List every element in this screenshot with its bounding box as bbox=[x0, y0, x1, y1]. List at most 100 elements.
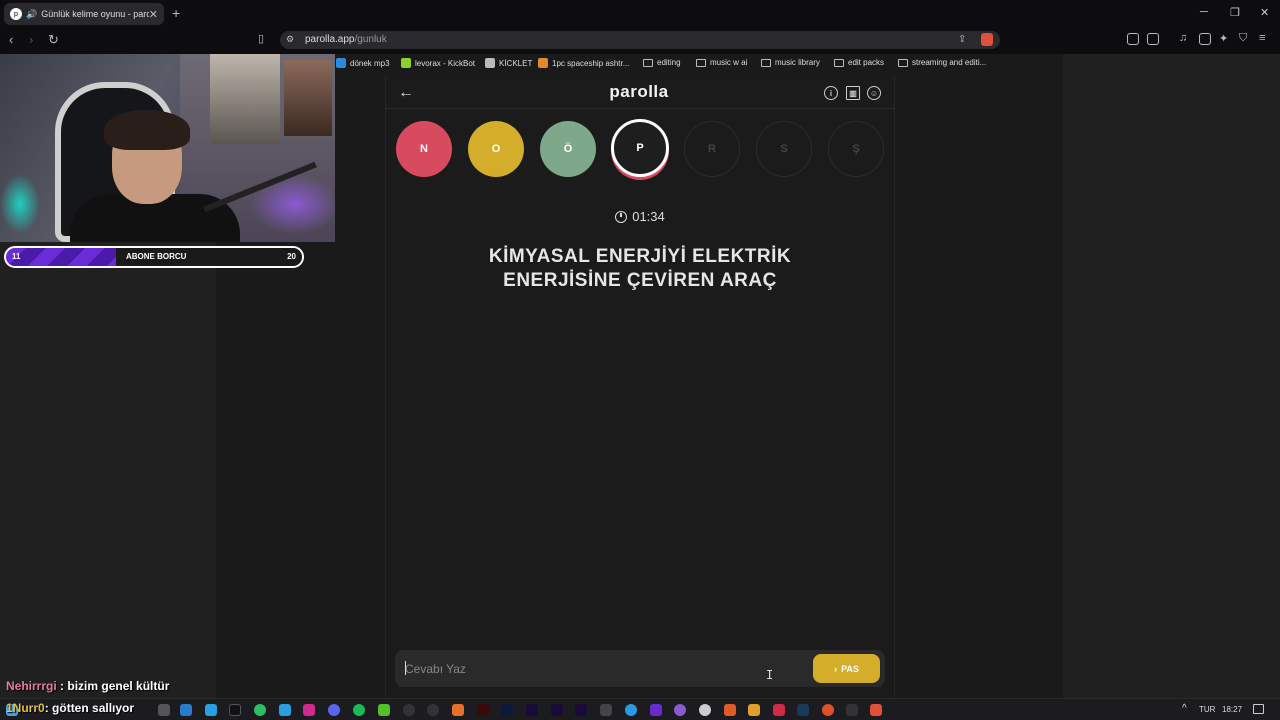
countdown-timer: 01:34 bbox=[590, 209, 690, 224]
clock-time[interactable]: 18:27 bbox=[1222, 705, 1242, 714]
text-caret bbox=[405, 661, 406, 675]
taskbar-app-icon[interactable] bbox=[773, 704, 785, 716]
brave-taskbar-icon[interactable] bbox=[870, 704, 882, 716]
taskbar-app-icon[interactable] bbox=[427, 704, 439, 716]
whatsapp-icon[interactable] bbox=[254, 704, 266, 716]
back-arrow-icon[interactable]: ← bbox=[398, 84, 414, 102]
chat-text: götten sallıyor bbox=[52, 701, 135, 715]
wallet-icon[interactable] bbox=[1147, 33, 1159, 45]
bookmark-label: edit packs bbox=[848, 58, 885, 67]
chat-message: Nehirrrgi : bizim genel kültür bbox=[6, 679, 169, 693]
media-encoder-icon[interactable] bbox=[526, 704, 538, 716]
sidebar-icon[interactable] bbox=[1199, 33, 1211, 45]
pass-button[interactable]: › PAS bbox=[813, 654, 880, 683]
taskbar bbox=[0, 698, 1280, 720]
taskbar-app-icon[interactable] bbox=[822, 704, 834, 716]
mouse-cursor-icon: I bbox=[766, 668, 774, 682]
close-window-icon[interactable]: ✕ bbox=[1260, 6, 1269, 19]
tray-chevron-icon[interactable]: ^ bbox=[1182, 703, 1187, 714]
premiere-icon[interactable] bbox=[575, 704, 587, 716]
back-nav-icon[interactable]: ‹ bbox=[9, 32, 13, 47]
info-icon[interactable]: i bbox=[824, 86, 838, 100]
letter-circle-current: P bbox=[611, 119, 669, 177]
taskbar-app-icon[interactable] bbox=[158, 704, 170, 716]
brave-shield-icon[interactable] bbox=[981, 33, 993, 46]
app-logo[interactable]: parolla bbox=[589, 82, 689, 102]
bookmark-item[interactable]: dönek mp3 bbox=[336, 58, 390, 68]
discord-icon[interactable] bbox=[328, 704, 340, 716]
folder-icon bbox=[696, 58, 706, 67]
vpn-icon[interactable]: ⛉ bbox=[1239, 32, 1247, 45]
taskbar-app-icon[interactable] bbox=[724, 704, 736, 716]
site-info-icon[interactable]: ⚙ bbox=[286, 34, 294, 45]
share-icon[interactable]: ⇪ bbox=[958, 34, 966, 45]
kick-icon[interactable] bbox=[378, 704, 390, 716]
taskbar-app-icon[interactable] bbox=[180, 704, 192, 716]
photoshop-icon[interactable] bbox=[501, 704, 513, 716]
menu-icon[interactable]: ≡ bbox=[1259, 32, 1265, 44]
close-tab-icon[interactable]: ✕ bbox=[149, 8, 158, 21]
extensions-icon[interactable] bbox=[1127, 33, 1139, 45]
maximize-icon[interactable]: ❐ bbox=[1230, 6, 1240, 19]
after-effects-icon[interactable] bbox=[551, 704, 563, 716]
favicon-icon: p bbox=[10, 8, 22, 20]
illustrator-icon[interactable] bbox=[477, 704, 489, 716]
browser-tab[interactable]: p 🔊 Günlük kelime oyunu - paroll ✕ bbox=[4, 3, 164, 25]
instagram-icon[interactable] bbox=[303, 704, 315, 716]
chat-username: 1Nurr0 bbox=[6, 701, 45, 715]
profile-icon[interactable]: ☺ bbox=[867, 86, 881, 100]
taskbar-app-icon[interactable] bbox=[674, 704, 686, 716]
stats-icon[interactable]: ▥ bbox=[846, 86, 860, 100]
obs-icon[interactable] bbox=[699, 704, 711, 716]
question-line: KİMYASAL ENERJİYİ ELEKTRİK bbox=[488, 246, 792, 267]
answer-input[interactable] bbox=[405, 661, 705, 677]
tab-title: Günlük kelime oyunu - paroll bbox=[41, 9, 149, 19]
letter-circle-pending: S bbox=[756, 121, 812, 177]
minimize-icon[interactable]: ─ bbox=[1200, 6, 1208, 18]
question-text: KİMYASAL ENERJİYİ ELEKTRİK ENERJİSİNE ÇE… bbox=[440, 245, 840, 293]
leo-icon[interactable]: ✦ bbox=[1219, 32, 1228, 45]
speaker-icon[interactable]: 🔊 bbox=[26, 9, 37, 20]
bookmark-folder[interactable]: music library bbox=[761, 58, 820, 67]
subscriber-goal-bar: 11 ABONE BORCU 20 bbox=[4, 246, 304, 268]
blender-icon[interactable] bbox=[452, 704, 464, 716]
bookmark-label: streaming and editi... bbox=[912, 58, 987, 67]
taskbar-app-icon[interactable] bbox=[279, 704, 291, 716]
letter-circle-pending: Ş bbox=[828, 121, 884, 177]
notification-icon[interactable] bbox=[1253, 704, 1264, 714]
bookmark-item[interactable]: 1pc spaceship ashtr... bbox=[538, 58, 629, 68]
reload-icon[interactable]: ↻ bbox=[48, 32, 59, 48]
taskbar-app-icon[interactable] bbox=[650, 704, 662, 716]
folder-icon bbox=[643, 58, 653, 67]
bookmark-label: KİCKLET bbox=[499, 58, 533, 68]
clock-icon bbox=[615, 210, 628, 223]
letter-circle-pending: R bbox=[684, 121, 740, 177]
letter-circle-correct: Ö bbox=[540, 121, 596, 177]
chat-username: Nehirrrgi bbox=[6, 679, 57, 693]
taskbar-app-icon[interactable] bbox=[846, 704, 858, 716]
chat-text: bizim genel kültür bbox=[67, 679, 170, 693]
bookmark-folder[interactable]: editing bbox=[643, 58, 681, 67]
address-bar[interactable] bbox=[280, 31, 1000, 49]
taskbar-app-icon[interactable] bbox=[403, 704, 415, 716]
taskbar-app-icon[interactable] bbox=[600, 704, 612, 716]
new-tab-button[interactable]: + bbox=[172, 5, 180, 21]
music-icon[interactable]: ♫ bbox=[1179, 32, 1187, 44]
spotify-icon[interactable] bbox=[353, 704, 365, 716]
bookmark-item[interactable]: KİCKLET bbox=[485, 58, 532, 68]
steam-icon[interactable] bbox=[797, 704, 809, 716]
bookmark-label: music w ai bbox=[710, 58, 748, 67]
bookmark-folder[interactable]: edit packs bbox=[834, 58, 884, 67]
timer-value: 01:34 bbox=[632, 209, 665, 224]
taskbar-app-icon[interactable] bbox=[205, 704, 217, 716]
language-indicator[interactable]: TUR bbox=[1199, 705, 1215, 714]
taskbar-app-icon[interactable] bbox=[748, 704, 760, 716]
url-text[interactable]: parolla.app/gunluk bbox=[305, 34, 387, 45]
edge-icon[interactable] bbox=[625, 704, 637, 716]
bookmark-folder[interactable]: music w ai bbox=[696, 58, 747, 67]
bookmark-icon[interactable]: ▯ bbox=[258, 32, 264, 45]
bookmark-item[interactable]: levorax - KickBot bbox=[401, 58, 475, 68]
tiktok-icon[interactable] bbox=[229, 704, 241, 716]
forward-nav-icon[interactable]: › bbox=[29, 32, 33, 47]
bookmark-folder[interactable]: streaming and editi... bbox=[898, 58, 986, 67]
